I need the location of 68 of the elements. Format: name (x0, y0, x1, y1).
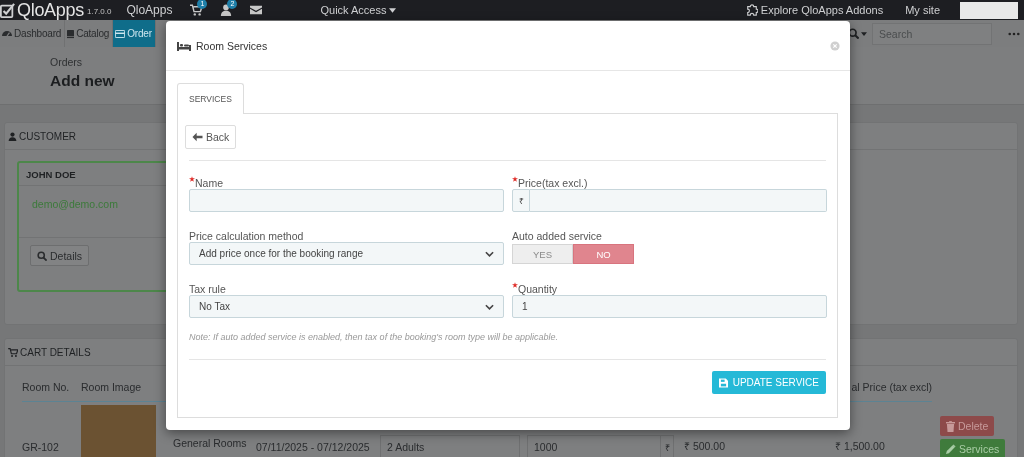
nav-tab[interactable]: Order (113, 20, 156, 47)
unit-price: ₹ 500.00 (684, 439, 726, 453)
field-label: Auto added service (512, 229, 602, 242)
search-icon (848, 28, 859, 39)
pencil-icon (946, 444, 956, 454)
delete-button[interactable]: Delete (940, 416, 995, 436)
version-label: 1.7.0.0 (86, 7, 112, 16)
page-title: Add new (50, 72, 115, 90)
occupancy-field[interactable]: 2 Adults (380, 435, 520, 457)
profile-block[interactable] (960, 1, 1018, 19)
cart-icon (8, 347, 18, 357)
search-icon (37, 250, 47, 261)
app-logo: QloApps (17, 0, 84, 21)
my-site-link[interactable]: My site (905, 4, 940, 16)
catalog-icon (67, 28, 75, 39)
arrow-left-icon (192, 132, 203, 142)
chevron-icon (485, 303, 494, 310)
user-icon[interactable] (220, 4, 233, 16)
puzzle-icon (745, 4, 758, 16)
caret-icon (389, 7, 397, 13)
note-text: Note: If auto added service is enabled, then tax of the booking's room type will be applicable. (189, 332, 559, 342)
cart-icon[interactable] (190, 4, 203, 16)
breadcrumb[interactable]: Orders (50, 56, 83, 68)
toggle-option[interactable]: YES (512, 244, 573, 264)
select-field[interactable]: Add price once for the booking range (189, 242, 504, 265)
panel-title: CUSTOMER (19, 130, 77, 142)
column-header: al Price (tax excl) (851, 381, 932, 393)
customer-name: JOHN DOE (26, 168, 76, 180)
field-label: Price calculation method (189, 229, 304, 242)
room-type: General Rooms (173, 437, 247, 449)
date-range: 07/11/2025 - 07/12/2025 (256, 441, 370, 453)
quick-access-menu[interactable]: Quick Access (320, 4, 397, 16)
chevron-icon (485, 250, 494, 257)
addons-link[interactable]: Explore QloApps Addons (760, 4, 884, 16)
input-field[interactable]: 1 (512, 295, 827, 318)
field-label: Price(tax excl.) (518, 176, 588, 189)
dialog-tab[interactable]: SERVICES (177, 83, 244, 114)
details-button[interactable]: Details (30, 245, 90, 266)
column-header: Room Image (81, 381, 142, 393)
select-field[interactable]: No Tax (189, 295, 504, 318)
field-label: Name (195, 176, 223, 189)
input-field[interactable] (530, 189, 827, 212)
back-button[interactable]: Back (185, 125, 237, 149)
services-button[interactable]: Services (940, 439, 1006, 457)
panel-title: CART DETAILS (20, 346, 91, 358)
envelope-icon[interactable] (250, 4, 263, 16)
close-icon (830, 40, 840, 51)
input-field[interactable] (189, 189, 504, 212)
trash-icon (946, 420, 955, 432)
more-icon[interactable] (1008, 31, 1020, 36)
update-service-button[interactable]: UPDATE SERVICE (711, 371, 826, 394)
bed-icon (177, 40, 191, 51)
room-number: GR-102 (22, 441, 59, 453)
toggle-option[interactable]: NO (573, 244, 634, 264)
price-field[interactable]: 1000 (527, 435, 661, 457)
logo-icon (0, 1, 15, 19)
shop-link[interactable]: QloApps (126, 3, 173, 17)
user-icon (8, 131, 17, 141)
currency-addon: ₹ (661, 435, 674, 457)
total-price: ₹ 1,500.00 (835, 439, 885, 453)
caret-icon (861, 31, 867, 36)
field-label: Quantity (518, 282, 558, 295)
currency-addon: ₹ (512, 189, 530, 212)
column-header: Room No. (22, 381, 71, 393)
dialog-title: Room Services (196, 39, 268, 52)
field-label: Tax rule (189, 282, 226, 295)
save-icon (718, 377, 728, 388)
orders-icon (115, 29, 126, 38)
